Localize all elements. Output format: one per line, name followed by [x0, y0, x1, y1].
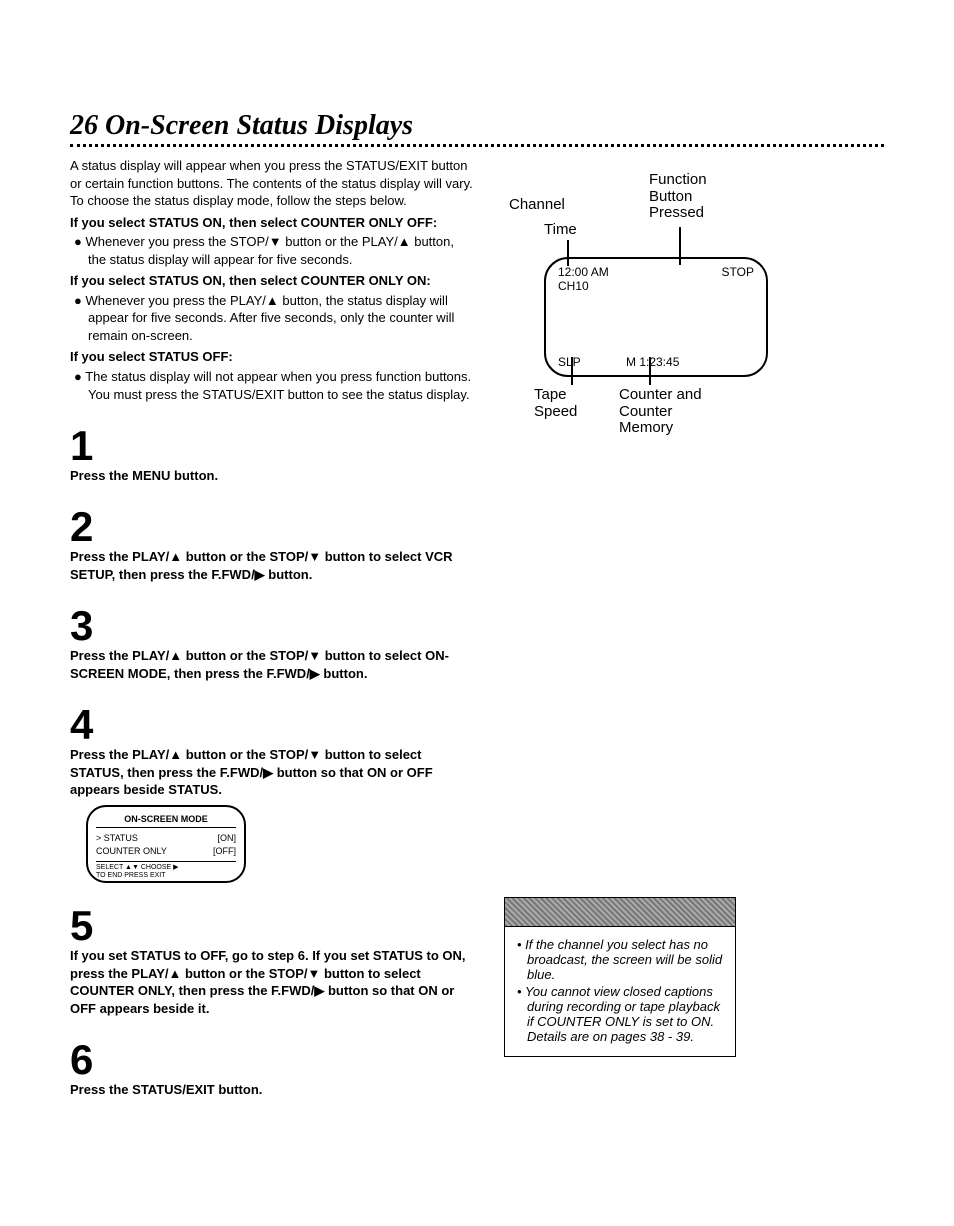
label-channel: Channel [509, 197, 565, 214]
label-time: Time [544, 222, 577, 239]
step-5-text: If you set STATUS to OFF, go to step 6. … [70, 947, 474, 1017]
if-status-on-counter-off: If you select STATUS ON, then select COU… [70, 214, 474, 232]
hint-1: If the channel you select has no broadca… [525, 937, 725, 982]
step-1-text: Press the MENU button. [70, 467, 474, 485]
osd-counter: M 1:23:45 [626, 355, 679, 369]
osd-stop: STOP [722, 265, 754, 279]
menu-row-counter-value: [OFF] [213, 845, 236, 857]
menu-screen: ON-SCREEN MODE > STATUS [ON] COUNTER ONL… [86, 805, 246, 884]
osd-channel: CH10 [558, 279, 609, 293]
label-tape-speed: Tape Speed [534, 387, 594, 420]
bullet-2: Whenever you press the PLAY/▲ button, th… [70, 292, 474, 345]
label-counter: Counter and Counter Memory [619, 387, 709, 437]
right-column: Channel Time Function Button Pressed 12:… [504, 157, 884, 1099]
if-status-on-counter-on: If you select STATUS ON, then select COU… [70, 272, 474, 290]
hint-box: If the channel you select has no broadca… [504, 897, 736, 1057]
label-function-button: Function Button Pressed [649, 172, 729, 222]
menu-title: ON-SCREEN MODE [96, 813, 236, 828]
step-5-number: 5 [70, 907, 474, 945]
step-2-text: Press the PLAY/▲ button or the STOP/▼ bu… [70, 548, 474, 583]
if-status-off: If you select STATUS OFF: [70, 348, 474, 366]
menu-foot-1: SELECT ▲▼ CHOOSE ▶ [96, 864, 236, 872]
intro-text: A status display will appear when you pr… [70, 157, 474, 210]
bullet-3: The status display will not appear when … [70, 368, 474, 403]
menu-row-status-value: [ON] [217, 832, 236, 844]
menu-row-counter: COUNTER ONLY [96, 845, 167, 857]
step-1-number: 1 [70, 427, 474, 465]
status-display-diagram: Channel Time Function Button Pressed 12:… [504, 157, 884, 457]
step-4-text: Press the PLAY/▲ button or the STOP/▼ bu… [70, 746, 474, 799]
bullet-1: Whenever you press the STOP/▼ button or … [70, 233, 474, 268]
hint-header [505, 898, 735, 927]
step-4-number: 4 [70, 706, 474, 744]
hint-2: You cannot view closed captions during r… [525, 984, 725, 1044]
osd-time: 12:00 AM [558, 265, 609, 279]
step-2-number: 2 [70, 508, 474, 546]
step-6-text: Press the STATUS/EXIT button. [70, 1081, 474, 1099]
osd-slp: SLP [558, 355, 581, 369]
step-6-number: 6 [70, 1041, 474, 1079]
tv-screen: 12:00 AM CH10 STOP SLP M 1:23:45 [544, 257, 768, 377]
divider [70, 144, 884, 147]
step-3-number: 3 [70, 607, 474, 645]
page-title: 26 On-Screen Status Displays [70, 110, 884, 142]
step-3-text: Press the PLAY/▲ button or the STOP/▼ bu… [70, 647, 474, 682]
menu-row-status: > STATUS [96, 832, 138, 844]
left-column: A status display will appear when you pr… [70, 157, 474, 1099]
menu-foot-2: TO END PRESS EXIT [96, 872, 236, 880]
